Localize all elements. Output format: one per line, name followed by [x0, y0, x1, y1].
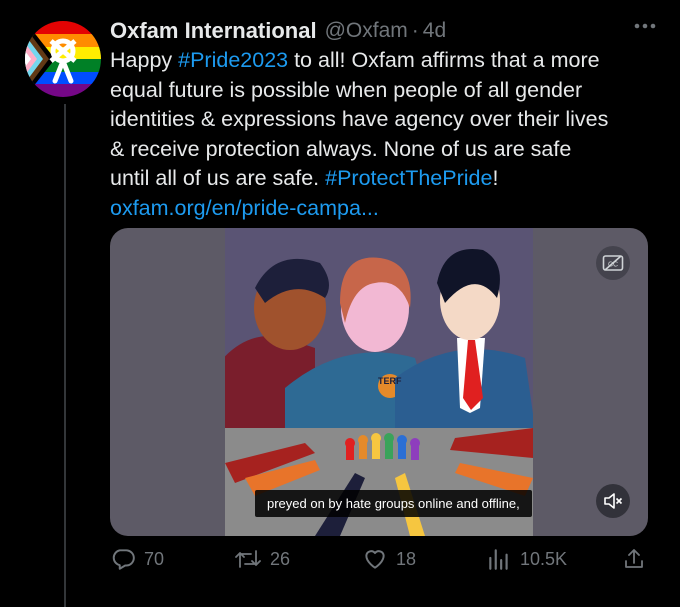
like-icon [365, 550, 385, 569]
reply-icon [112, 549, 135, 570]
user-handle[interactable]: @Oxfam [325, 19, 408, 43]
hashtag-link[interactable]: #ProtectThePride [325, 166, 492, 190]
video-caption: preyed on by hate groups online and offl… [255, 490, 532, 517]
tweet-text-line: Happy #Pride2023 to all! Oxfam affirms t… [110, 46, 658, 76]
separator-dot: · [411, 19, 419, 42]
mute-button[interactable] [596, 484, 630, 518]
tweet-text-segment: until all of us are safe. [110, 166, 326, 191]
url-link[interactable]: oxfam.org/en/pride-campa... [110, 196, 379, 220]
more-button[interactable] [632, 16, 658, 36]
oxfam-logo-icon [25, 21, 101, 97]
views-count: 10.5K [520, 548, 568, 569]
timestamp[interactable]: 4d [423, 19, 446, 43]
tweet-text-line: until all of us are safe. #ProtectThePri… [110, 164, 658, 194]
mute-icon [604, 493, 623, 509]
views-icon [489, 549, 508, 570]
tweet-header: Oxfam International @Oxfam · 4d [110, 14, 660, 48]
tweet-text-segment: to all! Oxfam affirms that a more [288, 48, 600, 72]
reply-button[interactable]: 70 [110, 546, 164, 572]
tweet-text-segment: equal future is possible when people of … [110, 77, 583, 102]
display-name[interactable]: Oxfam International [110, 18, 317, 44]
tweet-text-segment: identities & expressions have agency ove… [110, 107, 609, 132]
retweet-button[interactable]: 26 [234, 546, 290, 572]
thread-line [64, 104, 66, 607]
tweet-text-line: & receive protection always. None of us … [110, 135, 658, 165]
video-player[interactable]: TERF CC preyed on by hate groups online … [110, 228, 648, 536]
like-button[interactable]: 18 [362, 546, 416, 572]
tweet-text-line: identities & expressions have agency ove… [110, 105, 658, 135]
avatar[interactable] [25, 21, 101, 97]
hashtag-link[interactable]: #Pride2023 [178, 48, 288, 72]
tweet-text-segment: & receive protection always. None of us … [110, 136, 572, 161]
more-icon [634, 23, 656, 29]
reply-count: 70 [144, 548, 165, 569]
retweet-count: 26 [270, 548, 291, 569]
tweet-text-segment: ! [492, 166, 499, 191]
tweet-actions: 70 26 18 10.5K [110, 546, 650, 578]
tweet-text: Happy #Pride2023 to all! Oxfam affirms t… [110, 46, 658, 224]
retweet-icon [235, 550, 261, 568]
terf-badge: TERF [378, 376, 402, 386]
tweet-text-segment: Happy [110, 48, 179, 72]
share-icon [625, 549, 643, 568]
like-count: 18 [396, 548, 417, 569]
tweet-text-line: equal future is possible when people of … [110, 76, 658, 106]
cc-icon: CC [602, 255, 624, 271]
views-button[interactable]: 10.5K [486, 546, 567, 572]
tweet-text-line: oxfam.org/en/pride-campa... [110, 194, 658, 224]
share-button[interactable] [622, 546, 654, 572]
captions-button[interactable]: CC [596, 246, 630, 280]
